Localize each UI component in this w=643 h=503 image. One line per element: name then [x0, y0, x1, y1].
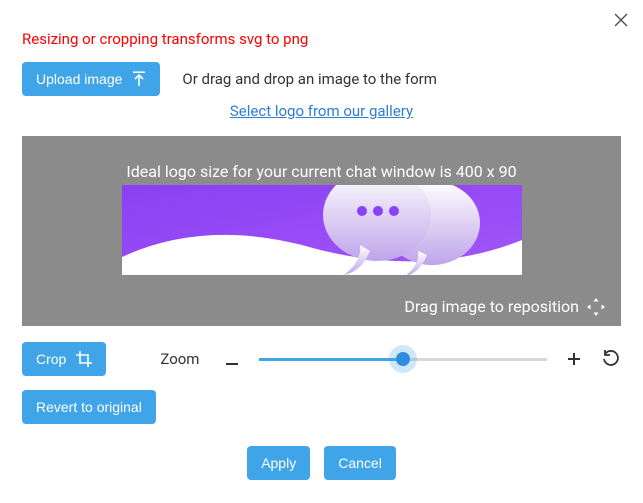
revert-row: Revert to original	[22, 390, 621, 424]
cancel-button-label: Cancel	[338, 455, 382, 471]
reposition-hint: Drag image to reposition	[404, 297, 605, 316]
crop-button[interactable]: Crop	[22, 342, 106, 376]
logo-crop-frame[interactable]	[122, 185, 522, 275]
footer-row: Apply Cancel	[22, 446, 621, 480]
image-preview-area[interactable]: Ideal logo size for your current chat wi…	[22, 136, 621, 326]
zoom-in-button[interactable]	[563, 349, 585, 370]
cancel-button[interactable]: Cancel	[324, 446, 396, 480]
close-button[interactable]	[611, 10, 631, 30]
reposition-text: Drag image to reposition	[404, 297, 579, 316]
upload-row: Upload image Or drag and drop an image t…	[22, 62, 621, 96]
upload-icon	[132, 71, 146, 87]
zoom-out-button[interactable]	[221, 349, 243, 370]
zoom-slider[interactable]	[259, 349, 547, 369]
crop-button-label: Crop	[36, 351, 66, 367]
slider-thumb[interactable]	[396, 352, 410, 366]
ideal-size-hint: Ideal logo size for your current chat wi…	[126, 162, 516, 181]
slider-fill	[259, 358, 403, 361]
gallery-link-row: Select logo from our gallery	[22, 102, 621, 120]
zoom-label: Zoom	[160, 350, 199, 368]
crop-icon	[76, 351, 92, 367]
reset-icon	[602, 350, 620, 368]
minus-icon	[226, 363, 238, 365]
apply-button-label: Apply	[261, 455, 296, 471]
apply-button[interactable]: Apply	[247, 446, 310, 480]
drag-drop-text: Or drag and drop an image to the form	[182, 70, 437, 88]
upload-image-button[interactable]: Upload image	[22, 62, 160, 96]
revert-button-label: Revert to original	[36, 399, 142, 415]
revert-to-original-button[interactable]: Revert to original	[22, 390, 156, 424]
reset-zoom-button[interactable]	[601, 349, 621, 369]
tools-row: Crop Zoom	[22, 342, 621, 376]
uploaded-logo-image[interactable]	[122, 185, 522, 275]
warning-text: Resizing or cropping transforms svg to p…	[22, 30, 621, 48]
move-icon	[587, 298, 605, 316]
close-icon	[614, 13, 628, 27]
gallery-link[interactable]: Select logo from our gallery	[230, 102, 413, 120]
upload-image-label: Upload image	[36, 71, 122, 87]
plus-icon	[568, 353, 580, 365]
